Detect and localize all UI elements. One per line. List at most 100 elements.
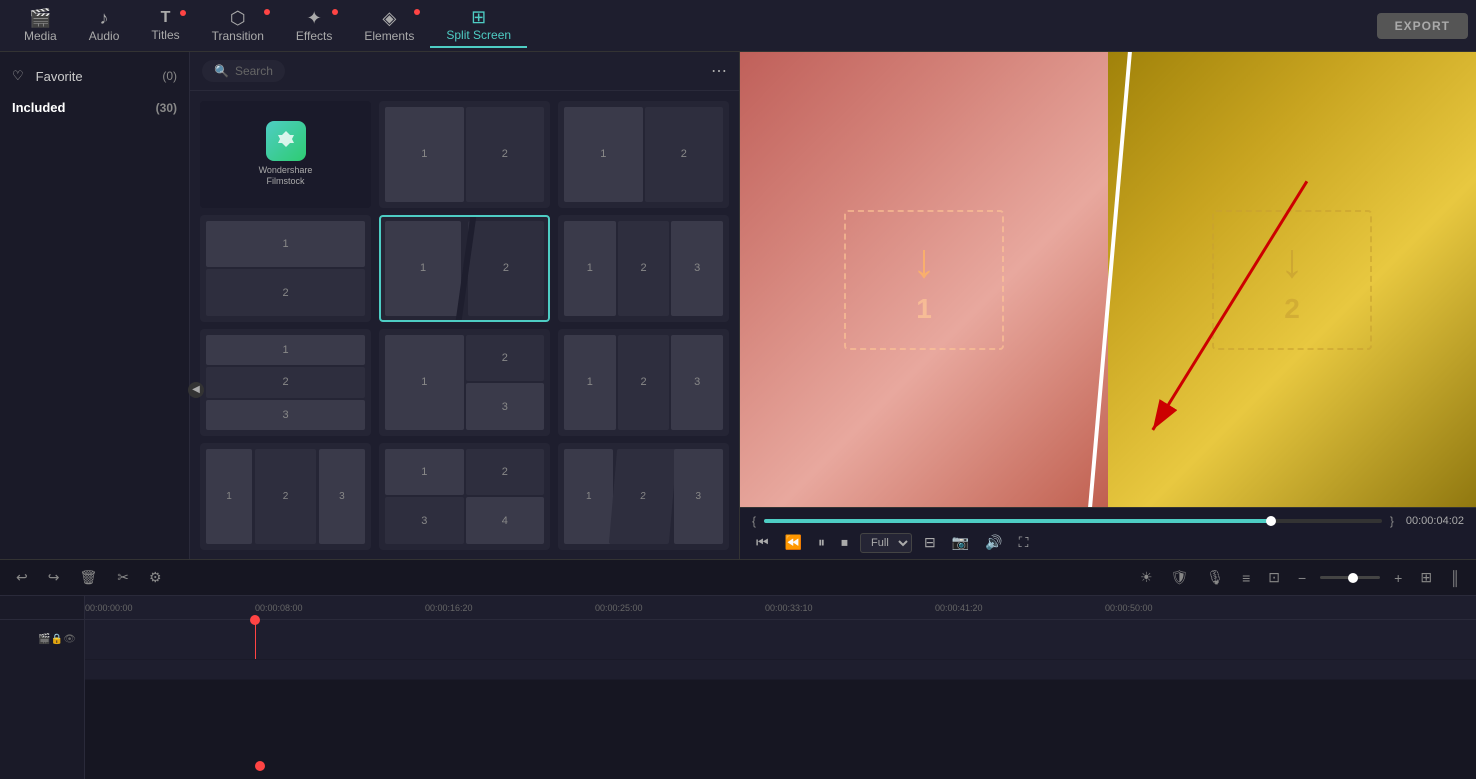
drop-arrow-2: ↓ <box>1280 234 1304 289</box>
playhead-bottom <box>255 761 265 771</box>
layout-cell: 3 <box>671 221 723 316</box>
step-back-button[interactable]: ⏮ <box>752 532 773 553</box>
progress-handle[interactable] <box>1266 516 1276 526</box>
sidebar-included-count: (30) <box>156 101 177 115</box>
filmstock-text: WondershareFilmstock <box>259 165 313 188</box>
playhead-marker <box>250 615 260 625</box>
split-layout-2row[interactable]: 1 2 <box>200 215 371 322</box>
progress-fill <box>764 519 1271 523</box>
fit-button[interactable]: ⊞ <box>1416 567 1436 588</box>
collapse-arrow[interactable]: ◀ <box>188 382 204 398</box>
shield-button[interactable]: 🛡 <box>1167 567 1193 588</box>
effects-dot <box>332 9 338 15</box>
drop-zone-1[interactable]: ↓ 1 <box>844 210 1004 350</box>
layout-cell: 1 <box>206 335 365 365</box>
main-track-row <box>85 620 1476 660</box>
mic-button[interactable]: 🎙 <box>1202 567 1228 588</box>
top-nav: 🎬 Media ♪ Audio T Titles ⬡ Transition ✦ … <box>0 0 1476 52</box>
sidebar-item-favorite[interactable]: ♡ Favorite (0) <box>0 60 189 92</box>
ruler-mark-0: 00:00:00:00 <box>85 603 133 613</box>
split-layout-1-2mixed[interactable]: 1 2 3 <box>379 329 550 436</box>
frame-back-button[interactable]: ⏪ <box>781 532 806 553</box>
sidebar-included-label: Included <box>12 100 65 115</box>
split-layout-2col-diag[interactable]: 1 2 <box>379 215 550 322</box>
settings-button[interactable]: ⚙ <box>145 567 166 588</box>
current-time: 00:00:04:02 <box>1406 515 1464 527</box>
nav-effects-label: Effects <box>296 29 332 43</box>
filmstock-item[interactable]: WondershareFilmstock <box>200 101 371 208</box>
track-labels: 🎬🔒👁 <box>0 596 85 779</box>
nav-media[interactable]: 🎬 Media <box>8 5 73 47</box>
grid-view-icon[interactable]: ⋯ <box>711 61 727 81</box>
audio-icon: ♪ <box>100 9 109 27</box>
ruler-mark-3: 00:00:25:00 <box>595 603 643 613</box>
content-toolbar: 🔍 Search ⋯ <box>190 52 739 91</box>
drop-arrow-1: ↓ <box>912 234 936 289</box>
preview-area: ↓ 1 ↓ 2 <box>740 52 1476 559</box>
progress-bar[interactable] <box>764 519 1382 523</box>
zoom-in-button[interactable]: + <box>1390 568 1406 588</box>
zoom-slider[interactable] <box>1320 576 1380 579</box>
nav-splitscreen[interactable]: ⊞ Split Screen <box>430 4 527 48</box>
subtitle-button[interactable]: ≡ <box>1238 568 1254 588</box>
sidebar-item-included[interactable]: Included (30) <box>0 92 189 123</box>
preview-left-panel: ↓ 1 <box>740 52 1108 507</box>
timeline-body: 🎬🔒👁 00:00:00:00 00:00:08:00 00:00:16:20 … <box>0 596 1476 779</box>
cut-button[interactable]: ✂ <box>113 567 133 588</box>
nav-titles-label: Titles <box>151 28 179 42</box>
fullscreen-button[interactable]: ⛶ <box>1015 532 1033 553</box>
search-icon: 🔍 <box>214 64 229 78</box>
video-preview: ↓ 1 ↓ 2 <box>740 52 1476 507</box>
split-layout-3col-alt[interactable]: 1 2 3 <box>558 329 729 436</box>
split-layout-2col-div[interactable]: 1 2 <box>558 101 729 208</box>
time-bracket-start: { <box>752 514 756 528</box>
layout-cell: 2 <box>618 221 670 316</box>
stop-button[interactable]: ⏹ <box>837 532 852 553</box>
panel-body: ♡ Favorite (0) Included (30) 🔍 Search <box>0 52 739 559</box>
audio-button[interactable]: 🔊 <box>981 532 1006 553</box>
split-layout-3col[interactable]: 1 2 3 <box>558 215 729 322</box>
quality-select[interactable]: Full 1/2 1/4 <box>860 533 912 553</box>
split-layout-4[interactable]: 1 2 3 4 <box>379 443 550 550</box>
drop-zone-2[interactable]: ↓ 2 <box>1212 210 1372 350</box>
delete-button[interactable]: 🗑 <box>75 567 101 588</box>
left-panel: ♡ Favorite (0) Included (30) 🔍 Search <box>0 52 740 559</box>
nav-elements-label: Elements <box>364 29 414 43</box>
layout-cell: 1 <box>206 221 365 267</box>
transition-icon: ⬡ <box>230 9 246 27</box>
split-screen-grid: WondershareFilmstock 1 2 1 2 <box>190 91 739 559</box>
zoom-out-button[interactable]: − <box>1294 568 1310 588</box>
split-layout-2col-h[interactable]: 1 2 <box>379 101 550 208</box>
split-layout-3row[interactable]: 1 2 3 <box>200 329 371 436</box>
ruler-mark-2: 00:00:16:20 <box>425 603 473 613</box>
drop-num-2: 2 <box>1284 293 1300 325</box>
nav-elements[interactable]: ◈ Elements <box>348 5 430 47</box>
nav-titles[interactable]: T Titles <box>135 6 195 46</box>
pip-button[interactable]: ⊡ <box>1264 567 1284 588</box>
collapse-button[interactable]: ║ <box>1446 568 1464 588</box>
layout-cell: 2 <box>645 107 724 202</box>
screenshot-button[interactable]: 📷 <box>948 532 973 553</box>
nav-effects[interactable]: ✦ Effects <box>280 5 348 47</box>
track-label-2 <box>0 660 84 680</box>
nav-transition[interactable]: ⬡ Transition <box>196 5 280 47</box>
layout-cell: 2 <box>618 335 670 430</box>
layout-cell: 3 <box>206 400 365 430</box>
nav-audio[interactable]: ♪ Audio <box>73 5 136 47</box>
playhead[interactable] <box>255 620 256 659</box>
undo-button[interactable]: ↩ <box>12 567 32 588</box>
play-pause-button[interactable]: ⏸ <box>814 532 829 553</box>
drop-num-1: 1 <box>916 293 932 325</box>
split-layout-3col-diag[interactable]: 1 2 3 <box>200 443 371 550</box>
filmstock-logo <box>266 121 306 161</box>
redo-button[interactable]: ↪ <box>44 567 64 588</box>
elements-dot <box>414 9 420 15</box>
sun-button[interactable]: ☀ <box>1136 567 1157 588</box>
split-layout-3diag2[interactable]: 1 2 3 <box>558 443 729 550</box>
search-box[interactable]: 🔍 Search <box>202 60 285 82</box>
layout-cell: 1 <box>564 335 616 430</box>
ruler-mark-5: 00:00:41:20 <box>935 603 983 613</box>
layout-button[interactable]: ⊟ <box>920 532 940 553</box>
zoom-handle[interactable] <box>1348 573 1358 583</box>
export-button[interactable]: EXPORT <box>1377 13 1468 39</box>
